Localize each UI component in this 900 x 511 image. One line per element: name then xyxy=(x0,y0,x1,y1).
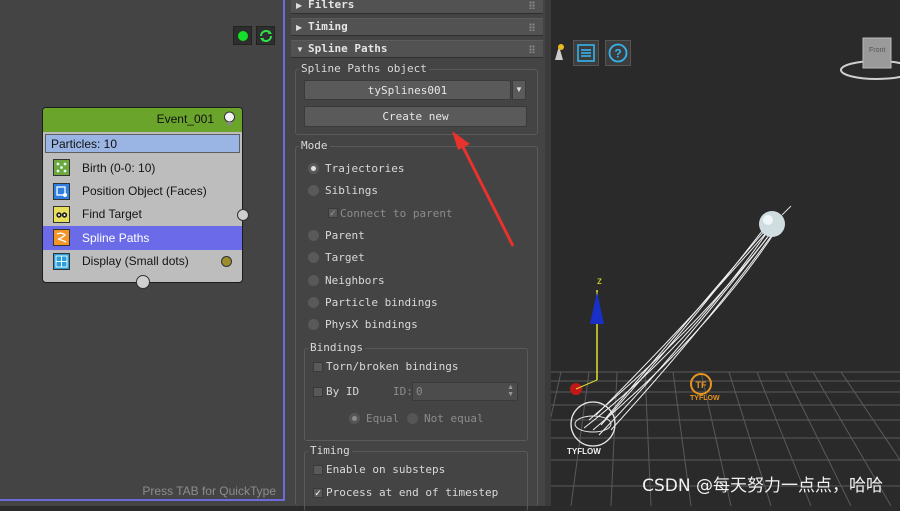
operator-label: Birth (0-0: 10) xyxy=(82,160,156,175)
id-spinner[interactable]: 0 ▲ ▼ xyxy=(412,382,518,401)
dropdown-arrow-icon[interactable]: ▼ xyxy=(512,80,526,100)
operator-spline-paths[interactable]: Spline Paths xyxy=(43,226,242,250)
spline-strands xyxy=(583,221,778,436)
mode-siblings-radio[interactable] xyxy=(308,185,319,196)
timing-group-label: Timing xyxy=(308,444,352,457)
mode-neighbors-label: Neighbors xyxy=(325,274,385,287)
help-icon: ? xyxy=(608,43,628,63)
rollout-label: Spline Paths xyxy=(308,42,388,55)
spinner-arrows-icon[interactable]: ▲ ▼ xyxy=(507,384,514,398)
operator-label: Position Object (Faces) xyxy=(82,184,207,199)
enable-substeps-label: Enable on substeps xyxy=(326,463,446,476)
rollout-filters[interactable]: ▶ Filters xyxy=(291,0,543,14)
quicktype-hint: Press TAB for QuickType xyxy=(142,484,276,498)
id-label: ID: xyxy=(393,385,413,398)
svg-text:?: ? xyxy=(614,47,621,61)
by-id-checkbox[interactable] xyxy=(313,387,323,397)
viewport-scene: TF xyxy=(551,37,900,506)
equal-label: Equal xyxy=(366,412,400,425)
button-label: Create new xyxy=(382,110,449,123)
grip-icon xyxy=(529,23,535,31)
list-icon xyxy=(577,44,595,62)
find-target-icon xyxy=(53,205,70,223)
lightbulb-icon[interactable] xyxy=(222,111,237,127)
refresh-button[interactable] xyxy=(256,26,275,45)
svg-text:TF: TF xyxy=(696,380,707,390)
bindings-group-label: Bindings xyxy=(308,341,365,354)
green-dot-icon xyxy=(237,30,248,41)
expand-arrow-icon: ▶ xyxy=(296,1,303,10)
operator-list: Birth (0-0: 10) Position Object (Faces) … xyxy=(43,156,249,273)
event-title: Event_001 xyxy=(156,112,214,126)
event-node[interactable]: Event_001 Particles: 10 Birth (0-0: 10) … xyxy=(42,107,249,289)
tyflow-logo-label: TYFLOW xyxy=(690,395,720,402)
position-object-icon xyxy=(53,182,70,200)
mode-neighbors-radio[interactable] xyxy=(308,275,319,286)
mode-siblings-label: Siblings xyxy=(325,184,378,197)
particle-view[interactable]: Event_001 Particles: 10 Birth (0-0: 10) … xyxy=(0,0,288,506)
rollout-label: Timing xyxy=(308,20,348,33)
mode-target-label: Target xyxy=(325,251,365,264)
event-input-port[interactable] xyxy=(136,275,150,289)
rollout-timing[interactable]: ▶ Timing xyxy=(291,18,543,36)
mode-target-radio[interactable] xyxy=(308,252,319,263)
event-header[interactable]: Event_001 xyxy=(43,108,242,132)
operator-find-target[interactable]: Find Target xyxy=(43,203,249,226)
list-view-button[interactable] xyxy=(573,40,599,66)
viewport[interactable]: TF z TYFLOW TYFLOW Front ? CSDN @每天努力一点点… xyxy=(551,0,900,506)
grip-icon xyxy=(529,45,535,53)
mode-particle-bindings-radio[interactable] xyxy=(308,297,319,308)
process-end-checkbox[interactable]: ✓ xyxy=(313,488,323,498)
create-new-button[interactable]: Create new xyxy=(304,106,527,127)
dropdown-value: tySplines001 xyxy=(367,84,448,97)
torn-broken-label: Torn/broken bindings xyxy=(326,360,459,373)
equal-radio[interactable] xyxy=(349,413,360,424)
spline-object-group-label: Spline Paths object xyxy=(299,62,429,75)
mode-physx-bindings-radio[interactable] xyxy=(308,319,319,330)
operator-label: Display (Small dots) xyxy=(82,254,189,269)
refresh-icon xyxy=(259,29,272,42)
birth-grid-icon xyxy=(53,159,70,177)
operator-display[interactable]: Display (Small dots) xyxy=(43,250,242,273)
process-end-label: Process at end of timestep xyxy=(326,486,499,499)
grip-icon xyxy=(529,1,535,9)
mode-trajectories-radio[interactable] xyxy=(308,163,319,174)
mode-physx-bindings-label: PhysX bindings xyxy=(325,318,418,331)
timing-group xyxy=(304,451,528,511)
mode-parent-label: Parent xyxy=(325,229,365,242)
id-value: 0 xyxy=(416,385,423,398)
connect-to-parent-label: Connect to parent xyxy=(340,207,453,220)
not-equal-radio[interactable] xyxy=(407,413,418,424)
connect-to-parent-checkbox[interactable]: ✓ xyxy=(328,208,338,218)
mode-trajectories-label: Trajectories xyxy=(325,162,405,175)
nav-cube-face-label: Front xyxy=(869,47,886,54)
operator-label: Find Target xyxy=(82,207,142,222)
collapse-arrow-icon: ▼ xyxy=(296,45,304,54)
spline-object-dropdown[interactable]: tySplines001 xyxy=(304,80,511,100)
mode-parent-radio[interactable] xyxy=(308,230,319,241)
run-button[interactable] xyxy=(233,26,252,45)
csdn-watermark: CSDN @每天努力一点点，哈哈 xyxy=(642,476,883,496)
display-color-dot[interactable] xyxy=(221,255,232,267)
spline-paths-icon xyxy=(53,229,70,247)
tyflow-source-label: TYFLOW xyxy=(567,447,601,456)
axis-z-label: z xyxy=(597,276,602,287)
torn-broken-checkbox[interactable] xyxy=(313,362,323,372)
operator-label: Spline Paths xyxy=(82,230,150,245)
mode-group-label: Mode xyxy=(299,139,330,152)
enable-substeps-checkbox[interactable] xyxy=(313,465,323,475)
rollout-label: Filters xyxy=(308,0,355,11)
expand-arrow-icon: ▶ xyxy=(296,23,303,32)
operator-birth[interactable]: Birth (0-0: 10) xyxy=(43,156,242,179)
help-button[interactable]: ? xyxy=(605,40,631,66)
mode-particle-bindings-label: Particle bindings xyxy=(325,296,438,309)
operator-position-object[interactable]: Position Object (Faces) xyxy=(43,179,242,202)
rollout-spline-paths[interactable]: ▼ Spline Paths xyxy=(291,40,543,58)
particle-count: Particles: 10 xyxy=(45,134,240,153)
display-icon xyxy=(53,252,70,270)
not-equal-label: Not equal xyxy=(424,412,484,425)
output-port[interactable] xyxy=(237,208,249,221)
by-id-label: By ID xyxy=(326,385,360,398)
